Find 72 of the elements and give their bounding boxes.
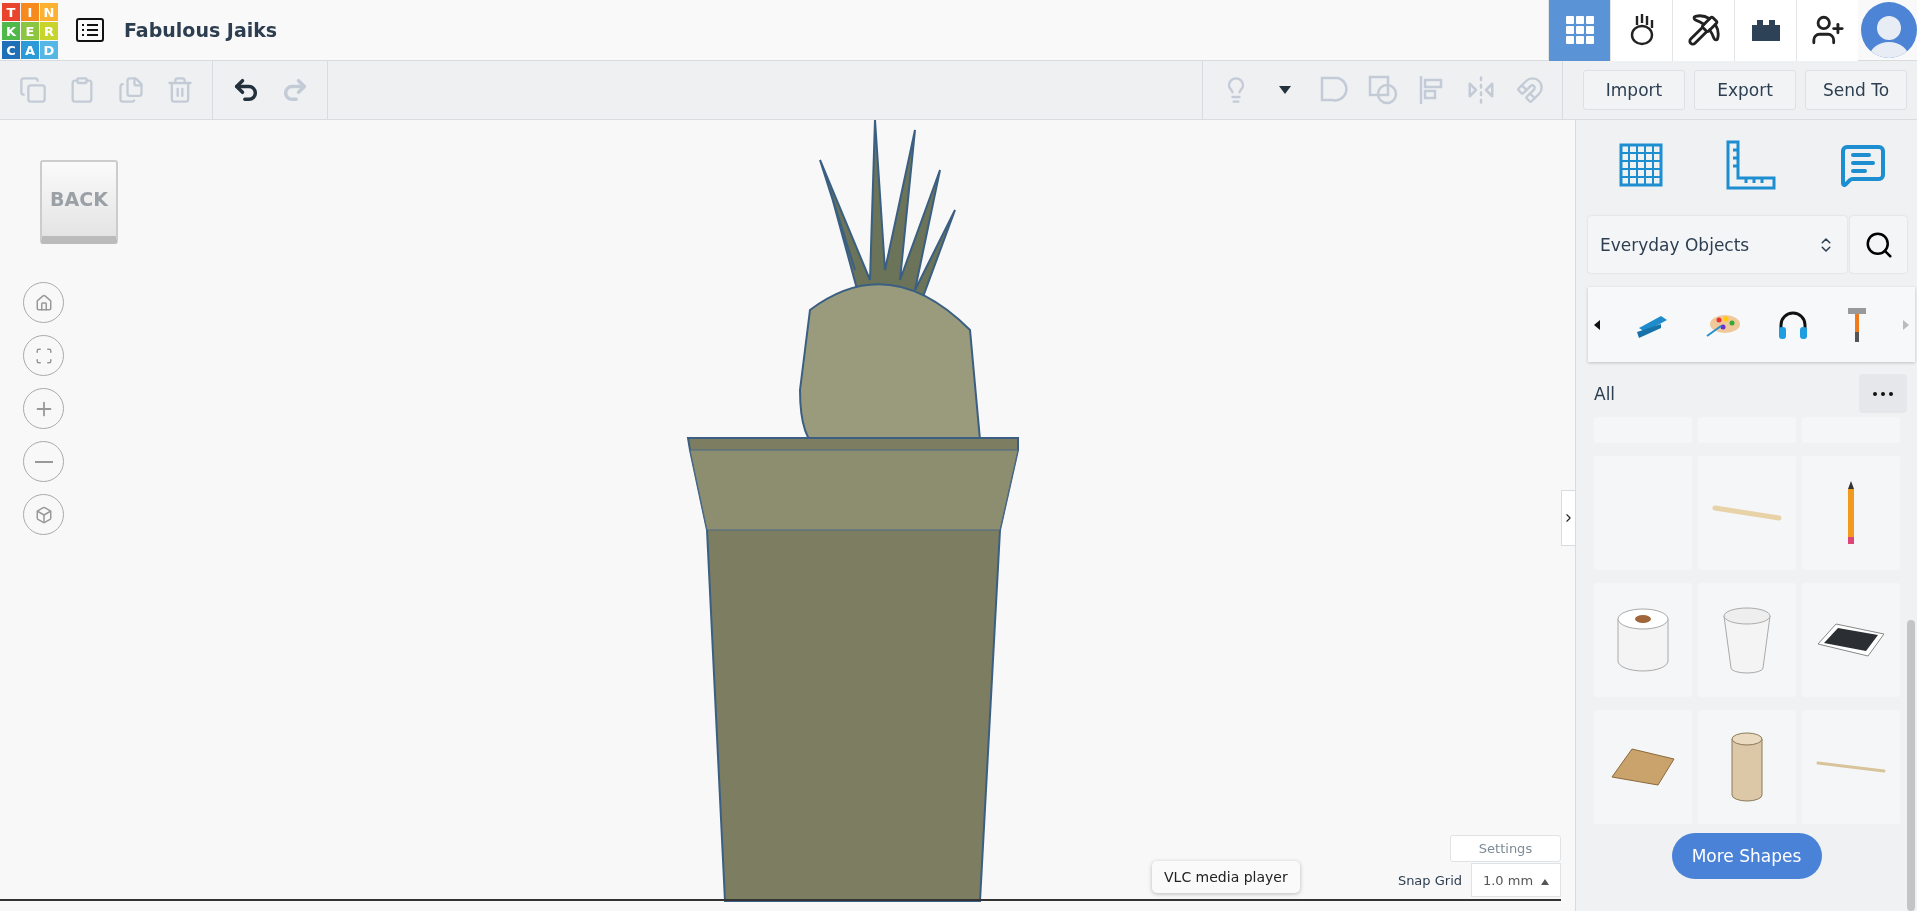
cup-icon [1721,606,1773,674]
files-icon [116,76,145,104]
filter-label: All [1593,383,1616,404]
projection-button[interactable] [23,494,64,535]
logo-letter: R [40,22,58,40]
invite-button[interactable] [1796,0,1858,61]
scrollbar[interactable] [1907,620,1915,911]
tooltip: VLC media player [1152,861,1300,893]
logo-letter: N [40,3,58,21]
home-icon [34,293,53,312]
trash-icon [165,76,194,104]
right-caret-icon[interactable] [1902,319,1909,330]
stick-icon [1815,759,1887,775]
more-shapes-button[interactable]: More Shapes [1671,833,1822,879]
shape-tile[interactable] [1594,583,1692,697]
zoom-out-button[interactable] [23,441,64,482]
shape-tile[interactable] [1802,710,1900,824]
user-plus-icon [1810,13,1845,47]
logo-letter: K [2,22,20,40]
logo-letter: C [2,41,20,59]
snap-grid-select[interactable]: 1.0 mm [1471,863,1561,897]
caret-up-icon [1541,878,1550,885]
grid-icon[interactable] [1618,142,1665,188]
logo-letter: T [2,3,20,21]
shape-tile[interactable] [1698,710,1796,824]
snap-grid-label: Snap Grid [1397,872,1462,888]
ruler-icon[interactable] [1724,138,1779,192]
design-title[interactable]: Fabulous Jaiks [124,19,1548,41]
tablet-icon [1816,622,1886,658]
settings-button[interactable]: Settings [1450,835,1561,862]
logo-letter: E [21,22,39,40]
action-button[interactable]: Send To [1805,70,1907,110]
shape-tile[interactable] [1698,456,1796,570]
zoom-in-button[interactable] [23,388,64,429]
hammer-icon[interactable] [1845,306,1868,343]
logo-letter: A [21,41,39,59]
home-button[interactable] [23,282,64,323]
left-caret-icon[interactable] [1594,319,1600,330]
paper-roll-icon [1615,607,1671,673]
pencil-icon [1846,481,1856,545]
shape-tile[interactable] [1594,710,1692,824]
search-button[interactable] [1850,216,1907,273]
stick-icon [1712,503,1782,523]
avatar[interactable] [1861,2,1917,58]
shape-tile[interactable] [1698,583,1796,697]
view-tab[interactable] [1734,0,1796,61]
more-icon [1873,391,1893,396]
more-options-button[interactable] [1859,374,1907,413]
frame-corners-icon [34,346,53,365]
caret-icon [1277,85,1292,95]
minus-icon [34,460,53,463]
shape-tile[interactable] [1802,583,1900,697]
cube-icon [34,505,53,524]
action-button[interactable]: Import [1583,70,1685,110]
magnet-icon [1515,76,1544,104]
view-tab[interactable] [1672,0,1734,61]
list-icon[interactable] [76,18,104,42]
view-tab[interactable] [1610,0,1672,61]
action-button[interactable]: Export [1694,70,1796,110]
collapse-panel-button[interactable] [1561,490,1575,546]
logo-letter: D [40,41,58,59]
fit-view-button[interactable] [23,335,64,376]
grid-icon [1563,14,1596,46]
category-select[interactable]: Everyday Objects [1588,216,1847,273]
tube-icon [1730,731,1764,803]
copy-icon [18,76,47,104]
shape-tile[interactable] [1802,456,1900,570]
logo[interactable]: T I N K E R C A D [2,3,58,59]
logo-letter: I [21,3,39,21]
ungroup-icon [1366,74,1399,106]
pickaxe-icon [1686,13,1721,47]
board-icon [1610,747,1676,787]
